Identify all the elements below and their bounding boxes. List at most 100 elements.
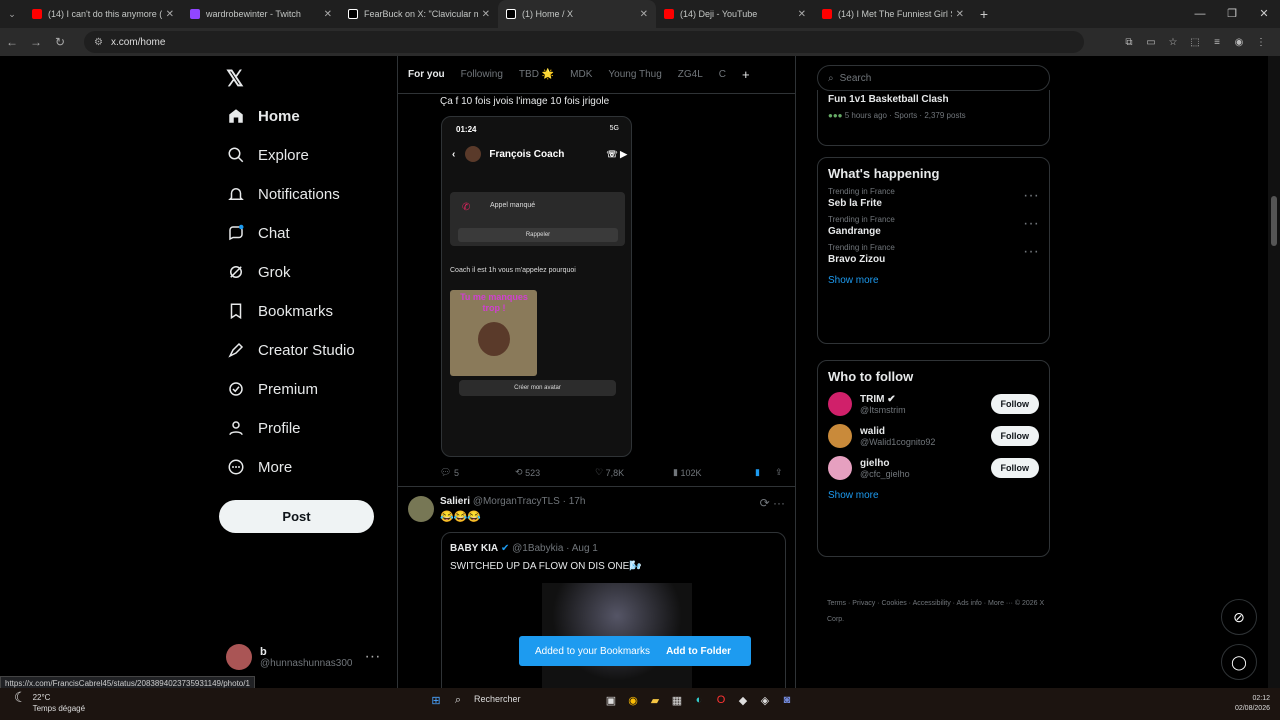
translate-icon[interactable]: ⧉ <box>1118 37 1140 48</box>
back-icon[interactable]: ← <box>0 35 24 49</box>
follow-button[interactable]: Follow <box>990 394 1039 414</box>
trend-item[interactable]: Trending in France Gandrange ··· <box>828 215 1039 237</box>
footer-links[interactable]: Terms · Privacy · Cookies · Accessibilit… <box>827 596 1047 628</box>
close-tab-icon[interactable]: ✕ <box>798 9 806 20</box>
add-tab-icon[interactable]: + <box>742 67 750 82</box>
bookmark-filled-icon[interactable]: ▮ <box>755 467 775 478</box>
nav-home[interactable]: Home <box>226 106 300 126</box>
follow-suggestion[interactable]: TRIM ✔ @Itsmstrim Follow <box>828 392 1039 416</box>
heart-icon: ♡ <box>595 467 604 477</box>
app-icon[interactable]: ◈ <box>754 694 776 712</box>
close-tab-icon[interactable]: ✕ <box>482 9 490 20</box>
close-tab-icon[interactable]: ✕ <box>956 9 964 20</box>
chat-fab-button[interactable]: ◯ <box>1221 644 1257 680</box>
nav-explore[interactable]: Explore <box>226 145 309 165</box>
tab-tbd[interactable]: TBD 🌟 <box>519 69 554 80</box>
more-horizontal-icon[interactable]: ··· <box>1023 215 1039 233</box>
like-button[interactable]: ♡ 7,8K <box>595 467 673 478</box>
weather-widget[interactable]: ☾ 22°C Temps dégagé <box>14 690 85 714</box>
follow-suggestion[interactable]: gielho @cfc_gielho Follow <box>828 456 1039 480</box>
media-icon[interactable]: ≡ <box>1206 37 1228 48</box>
show-more-link[interactable]: Show more <box>828 275 1039 286</box>
reload-icon[interactable]: ↻ <box>48 35 72 49</box>
app-icon[interactable]: ◆ <box>732 694 754 712</box>
tab-search-icon[interactable]: ⌄ <box>0 9 24 20</box>
close-tab-icon[interactable]: ✕ <box>324 9 332 20</box>
maximize-icon[interactable]: ❐ <box>1216 0 1248 28</box>
nav-premium[interactable]: Premium <box>226 379 318 399</box>
search-input[interactable]: ⌕ Search <box>817 65 1050 91</box>
search-icon[interactable]: ⌕ <box>447 694 469 712</box>
url-input[interactable]: ⚙ x.com/home <box>84 31 1084 53</box>
repost-count: 523 <box>525 467 541 478</box>
author-name[interactable]: Salieri <box>440 496 470 507</box>
grok-fab-button[interactable]: ⊘ <box>1221 599 1257 635</box>
trend-item[interactable]: Trending in France Bravo Zizou ··· <box>828 243 1039 265</box>
tab-young-thug[interactable]: Young Thug <box>608 69 661 80</box>
close-tab-icon[interactable]: ✕ <box>640 9 648 20</box>
follow-button[interactable]: Follow <box>990 458 1039 478</box>
tab-following[interactable]: Following <box>461 69 503 80</box>
opera-icon[interactable]: O <box>710 694 732 712</box>
browser-tab[interactable]: (14) Deji - YouTube ✕ <box>656 0 814 28</box>
nav-grok[interactable]: Grok <box>226 262 291 282</box>
taskbar-search[interactable]: Rechercher <box>474 694 521 704</box>
browser-tab[interactable]: wardrobewinter - Twitch ✕ <box>182 0 340 28</box>
new-tab-icon[interactable]: + <box>972 6 996 22</box>
discord-icon[interactable]: ◙ <box>776 694 798 712</box>
close-tab-icon[interactable]: ✕ <box>166 9 174 20</box>
nav-creator-studio[interactable]: Creator Studio <box>226 340 355 360</box>
share-icon[interactable]: ⇪ <box>775 467 783 478</box>
chrome-icon[interactable]: ◉ <box>622 694 644 712</box>
browser-tab[interactable]: (14) I can't do this anymore (De ✕ <box>24 0 182 28</box>
nav-more[interactable]: More <box>226 457 292 477</box>
post-button[interactable]: Post <box>219 500 374 533</box>
cast-icon[interactable]: ▭ <box>1140 37 1162 48</box>
nav-chat[interactable]: Chat <box>226 223 290 243</box>
account-switcher[interactable]: b @hunnashunnas300 ··· <box>226 644 380 670</box>
avatar[interactable] <box>408 496 434 522</box>
windows-start-icon[interactable]: ⊞ <box>425 694 447 712</box>
x-logo[interactable]: 𝕏 <box>226 66 244 92</box>
nav-notifications[interactable]: Notifications <box>226 184 340 204</box>
profile-icon[interactable]: ◉ <box>1228 37 1250 48</box>
tweet-media-image[interactable]: 01:24 5G ‹ François Coach ☏ ▶ ✆ Appel manq… <box>441 116 632 457</box>
nav-profile[interactable]: Profile <box>226 418 301 438</box>
more-horizontal-icon[interactable]: ··· <box>1023 243 1039 261</box>
star-icon[interactable]: ☆ <box>1162 37 1184 48</box>
add-to-folder-button[interactable]: Add to Folder <box>666 646 731 657</box>
extensions-icon[interactable]: ⬚ <box>1184 37 1206 48</box>
follow-handle: @cfc_gielho <box>860 468 910 479</box>
browser-tab[interactable]: FearBuck on X: "Clavicular met ✕ <box>340 0 498 28</box>
edge-icon[interactable]: ◐ <box>688 694 710 712</box>
follow-button[interactable]: Follow <box>990 426 1039 446</box>
repost-button[interactable]: ⟲ 523 <box>515 467 595 478</box>
forward-icon[interactable]: → <box>24 35 48 49</box>
nav-bookmarks[interactable]: Bookmarks <box>226 301 333 321</box>
trend-item[interactable]: Trending in France Seb la Frite ··· <box>828 187 1039 209</box>
scrollbar[interactable] <box>1268 56 1280 688</box>
tab-mdk[interactable]: MDK <box>570 69 592 80</box>
system-clock[interactable]: 02:12 02/08/2026 <box>1235 694 1270 714</box>
views-button[interactable]: ▮ 102K <box>673 467 755 478</box>
store-icon[interactable]: ▦ <box>666 694 688 712</box>
tab-zg4l[interactable]: ZG4L <box>678 69 703 80</box>
minimize-icon[interactable]: — <box>1184 0 1216 28</box>
file-explorer-icon[interactable]: ▰ <box>644 694 666 712</box>
site-info-icon[interactable]: ⚙ <box>94 37 103 48</box>
tab-for-you[interactable]: For you <box>408 69 445 80</box>
top-trend-card[interactable]: Fun 1v1 Basketball Clash ●●● 5 hours ago… <box>817 90 1050 146</box>
show-more-link[interactable]: Show more <box>828 490 1039 501</box>
tab-c[interactable]: C <box>719 69 726 80</box>
browser-tab[interactable]: (14) I Met The Funniest Girl Stre ✕ <box>814 0 972 28</box>
menu-icon[interactable]: ⋮ <box>1250 37 1272 48</box>
follow-suggestion[interactable]: walid @Walid1cognito92 Follow <box>828 424 1039 448</box>
browser-tab-active[interactable]: (1) Home / X ✕ <box>498 0 656 28</box>
more-horizontal-icon[interactable]: ··· <box>1023 187 1039 205</box>
scrollbar-thumb[interactable] <box>1271 196 1277 246</box>
close-window-icon[interactable]: ✕ <box>1248 0 1280 28</box>
more-horizontal-icon[interactable]: ⟳ ··· <box>760 496 785 510</box>
nav-label: Profile <box>258 419 301 437</box>
reply-button[interactable]: 💬︎ 5 <box>440 467 515 478</box>
task-view-icon[interactable]: ▣ <box>600 694 622 712</box>
